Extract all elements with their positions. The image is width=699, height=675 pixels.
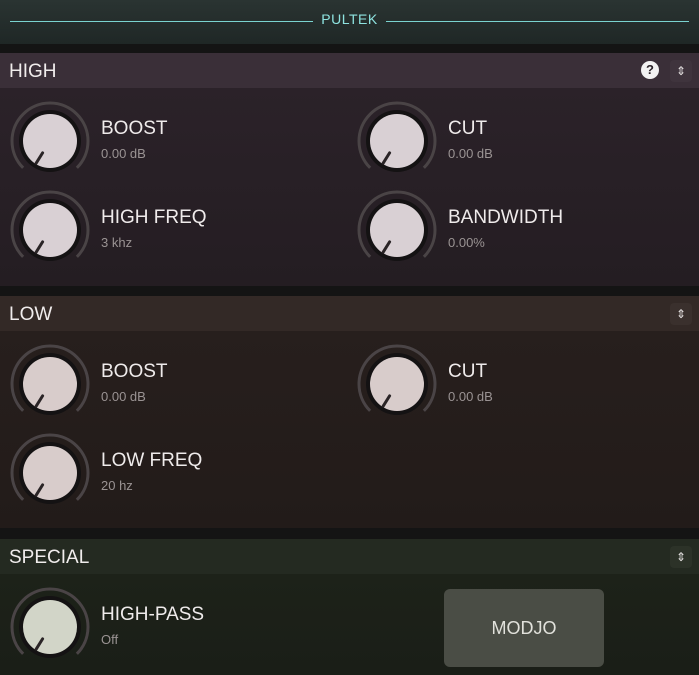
highpass-label: HIGH-PASS: [101, 604, 205, 625]
high-freq-knob[interactable]: [9, 189, 91, 271]
low-freq-label: LOW FREQ: [101, 450, 203, 471]
knob-face: [370, 203, 424, 257]
modjo-button[interactable]: MODJO: [444, 589, 604, 667]
low-freq-value: 20 hz: [101, 478, 133, 493]
high-freq-value: 3 khz: [101, 235, 133, 250]
low-section-title: LOW: [9, 304, 53, 325]
high-boost-knob[interactable]: [9, 100, 91, 182]
high-boost-value: 0.00 dB: [101, 146, 146, 161]
high-bandwidth-label: BANDWIDTH: [448, 207, 564, 228]
section-gap: [0, 286, 699, 296]
high-cut-value: 0.00 dB: [448, 146, 493, 161]
low-cut-knob[interactable]: [356, 343, 438, 425]
low-collapse-toggle-icon[interactable]: ⇕: [670, 303, 692, 325]
high-bandwidth-control: BANDWIDTH 0.00%: [356, 189, 686, 273]
high-section-header[interactable]: HIGH ? ⇕: [0, 53, 699, 88]
low-freq-knob[interactable]: [9, 432, 91, 514]
high-freq-control: HIGH FREQ 3 khz: [9, 189, 339, 273]
low-boost-control: BOOST 0.00 dB: [9, 343, 339, 427]
low-boost-knob[interactable]: [9, 343, 91, 425]
high-boost-control: BOOST 0.00 dB: [9, 100, 339, 184]
high-cut-knob[interactable]: [356, 100, 438, 182]
high-bandwidth-knob[interactable]: [356, 189, 438, 271]
low-cut-control: CUT 0.00 dB: [356, 343, 686, 427]
plugin-title: PULTEK: [321, 11, 378, 27]
special-collapse-toggle-icon[interactable]: ⇕: [670, 546, 692, 568]
help-icon[interactable]: ?: [641, 61, 659, 79]
low-boost-label: BOOST: [101, 361, 168, 382]
high-freq-label: HIGH FREQ: [101, 207, 207, 228]
special-section-header[interactable]: SPECIAL ⇕: [0, 539, 699, 574]
low-cut-label: CUT: [448, 361, 488, 382]
knob-face: [370, 357, 424, 411]
knob-face: [23, 114, 77, 168]
low-section-body: BOOST 0.00 dB CUT 0.00 dB LOW FREQ 20 hz: [0, 331, 699, 528]
knob-face: [23, 203, 77, 257]
low-freq-control: LOW FREQ 20 hz: [9, 432, 339, 516]
highpass-knob[interactable]: [9, 586, 91, 668]
knob-face: [23, 357, 77, 411]
high-boost-label: BOOST: [101, 118, 168, 139]
low-section-header[interactable]: LOW ⇕: [0, 296, 699, 331]
high-section-title: HIGH: [9, 61, 57, 82]
plugin-title-bar: PULTEK: [0, 0, 699, 44]
high-collapse-toggle-icon[interactable]: ⇕: [670, 60, 692, 82]
high-bandwidth-value: 0.00%: [448, 235, 485, 250]
low-section: LOW ⇕ BOOST 0.00 dB CUT 0.00 dB LOW FREQ…: [0, 296, 699, 528]
special-section-title: SPECIAL: [9, 547, 90, 568]
high-section: HIGH ? ⇕ BOOST 0.00 dB CUT 0.00 dB HIGH …: [0, 53, 699, 286]
low-boost-value: 0.00 dB: [101, 389, 146, 404]
section-gap: [0, 528, 699, 539]
knob-face: [23, 600, 77, 654]
high-section-body: BOOST 0.00 dB CUT 0.00 dB HIGH FREQ 3 kh…: [0, 88, 699, 286]
high-cut-control: CUT 0.00 dB: [356, 100, 686, 184]
highpass-value: Off: [101, 632, 119, 647]
section-gap: [0, 44, 699, 53]
knob-face: [23, 446, 77, 500]
low-cut-value: 0.00 dB: [448, 389, 493, 404]
knob-face: [370, 114, 424, 168]
highpass-control: HIGH-PASS Off: [9, 586, 339, 670]
high-cut-label: CUT: [448, 118, 488, 139]
